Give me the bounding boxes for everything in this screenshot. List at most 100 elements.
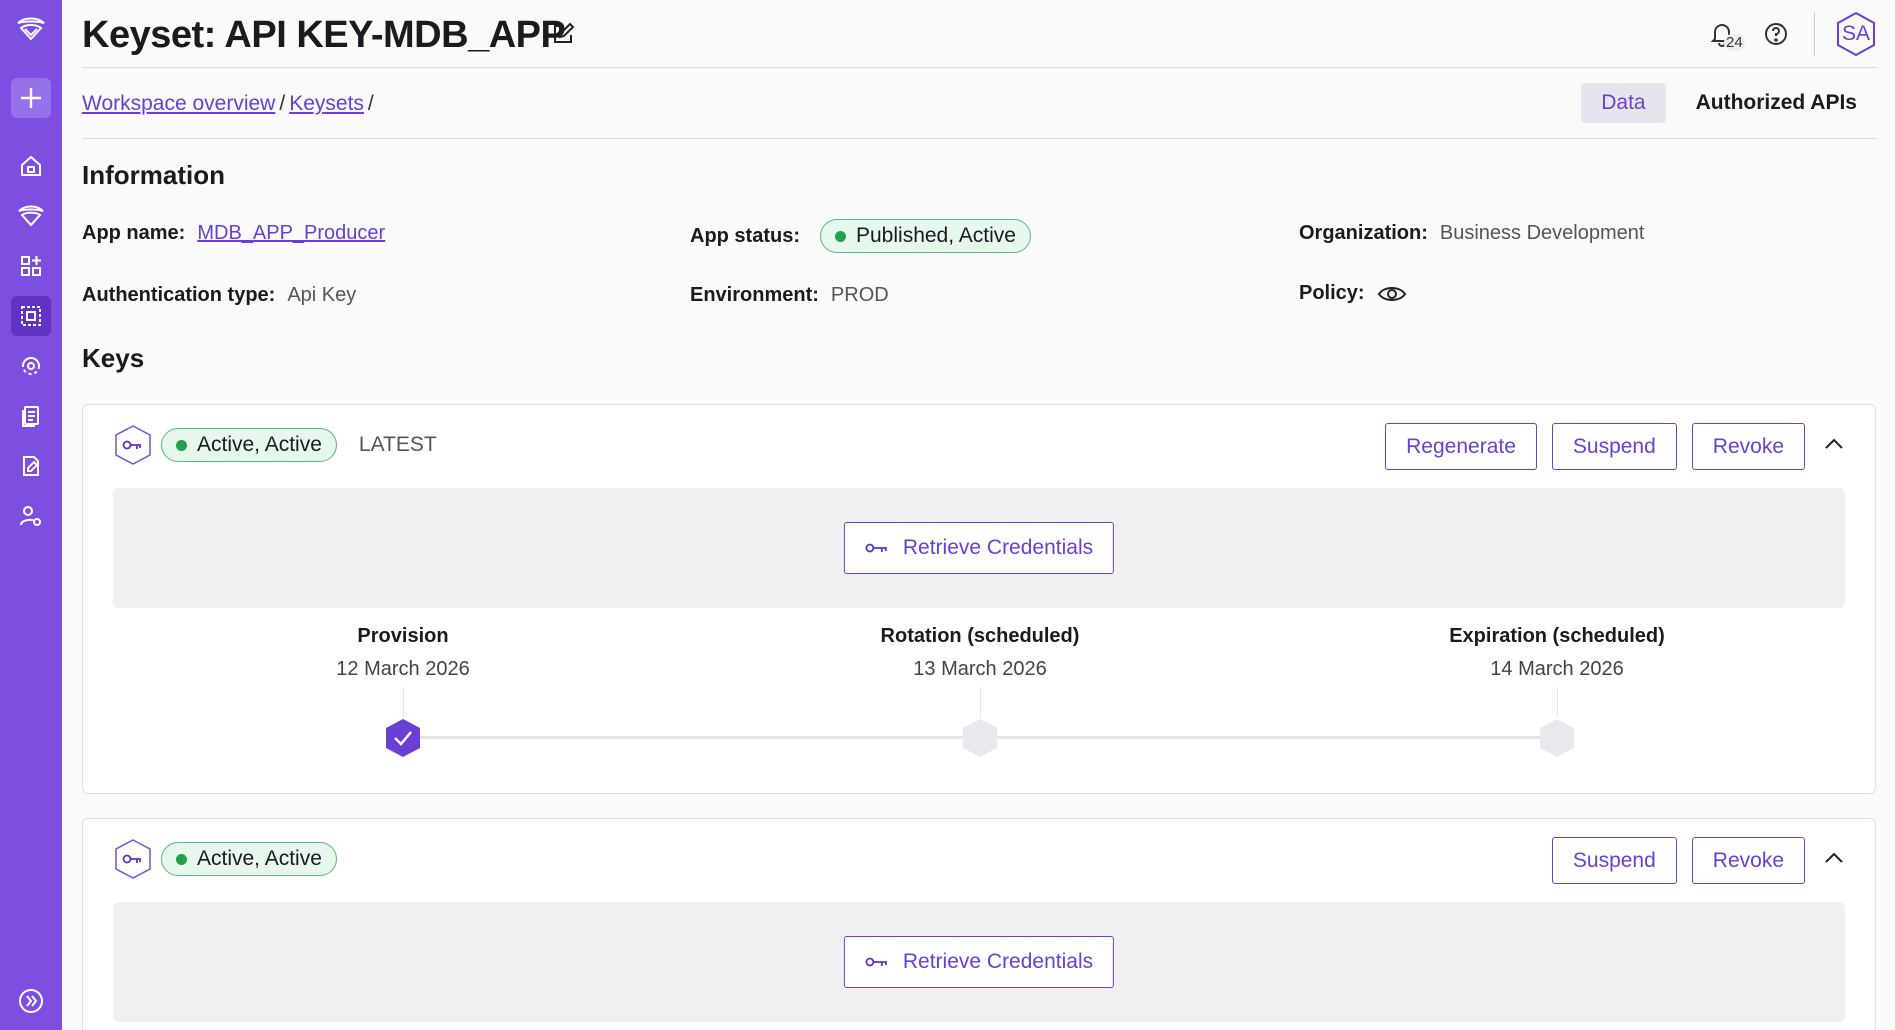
regenerate-button[interactable]: Regenerate (1385, 423, 1537, 470)
timeline-date: 12 March 2026 (336, 658, 470, 680)
hexagon-icon (1540, 719, 1574, 757)
timeline-rotation: Rotation (scheduled) 13 March 2026 (830, 625, 1130, 717)
chevron-up-icon[interactable] (1821, 431, 1847, 457)
timeline-title: Rotation (scheduled) (880, 625, 1080, 647)
timeline-date: 14 March 2026 (1490, 658, 1624, 680)
key-actions: Regenerate Suspend Revoke (1370, 423, 1805, 470)
top-actions: 24 SA (1702, 10, 1877, 58)
timeline-title: Expiration (scheduled) (1449, 625, 1665, 647)
notification-count: 24 (1724, 34, 1745, 51)
add-icon[interactable] (11, 78, 51, 118)
main-content: Keyset: API KEY-MDB_APP 24 SA Workspace … (62, 0, 1895, 1030)
organization-field: Organization: Business Development (1299, 222, 1644, 245)
key-actions: Suspend Revoke (1537, 837, 1805, 884)
key-timeline: Provision 12 March 2026 Rotation (schedu… (113, 625, 1845, 785)
breadcrumb: Workspace overview / Keysets / (82, 92, 378, 116)
brand-logo-icon[interactable] (12, 12, 50, 46)
key-card: Active, Active LATEST Regenerate Suspend… (82, 404, 1876, 794)
suspend-button[interactable]: Suspend (1551, 837, 1677, 884)
view-tabs: Data Authorized APIs (1581, 83, 1877, 123)
key-status-badge: Active, Active (161, 428, 337, 462)
suspend-button[interactable]: Suspend (1551, 423, 1677, 470)
key-card: Active, Active Suspend Revoke Retrieve C… (82, 818, 1876, 1030)
avatar[interactable]: SA (1835, 11, 1877, 57)
app-status-label: App status: (690, 224, 800, 247)
tab-data[interactable]: Data (1581, 83, 1666, 123)
help-icon[interactable] (1756, 14, 1796, 54)
environment-field: Environment: PROD (690, 284, 889, 307)
app-name-link[interactable]: MDB_APP_Producer (197, 222, 385, 245)
eye-icon[interactable] (1377, 283, 1407, 305)
key-header: Active, Active LATEST (113, 425, 437, 465)
app-name-field: App name: MDB_APP_Producer (82, 222, 385, 245)
latest-tag: LATEST (358, 433, 437, 456)
app-name-label: App name: (82, 222, 186, 244)
credentials-panel: Retrieve Credentials (113, 902, 1845, 1022)
key-status-value: Active, Active (197, 847, 322, 870)
edit-title-icon[interactable] (548, 19, 578, 49)
auth-type-value: Api Key (287, 284, 357, 306)
retrieve-credentials-label: Retrieve Credentials (902, 536, 1094, 559)
key-small-icon (865, 956, 889, 968)
timeline-expiration: Expiration (scheduled) 14 March 2026 (1407, 625, 1707, 717)
timeline-stem (1556, 687, 1558, 717)
apis-icon[interactable] (11, 196, 51, 236)
retrieve-credentials-button[interactable]: Retrieve Credentials (843, 522, 1115, 574)
timeline-title: Provision (357, 625, 449, 647)
timeline-provision: Provision 12 March 2026 (253, 625, 553, 717)
breadcrumb-separator: / (279, 92, 286, 115)
organization-value: Business Development (1439, 222, 1645, 244)
key-small-icon (865, 542, 889, 554)
user-settings-icon[interactable] (11, 496, 51, 536)
status-dot (176, 853, 187, 865)
key-header: Active, Active (113, 839, 337, 879)
timeline-stem (979, 687, 981, 717)
home-icon[interactable] (11, 146, 51, 186)
sidebar (0, 0, 62, 1030)
information-title: Information (82, 160, 225, 190)
environment-label: Environment: (690, 284, 819, 306)
app-status-badge: Published, Active (820, 219, 1031, 253)
breadcrumb-separator: / (367, 92, 374, 115)
environment-value: PROD (830, 284, 889, 306)
apps-grid-icon[interactable] (11, 246, 51, 286)
header-divider (1814, 12, 1815, 56)
documents-icon[interactable] (11, 396, 51, 436)
keys-title: Keys (82, 343, 145, 373)
timeline-node-pending (1537, 717, 1577, 759)
status-dot (176, 439, 187, 451)
retrieve-credentials-label: Retrieve Credentials (902, 950, 1094, 973)
monitor-icon[interactable] (11, 346, 51, 386)
policy-edit-icon[interactable] (11, 446, 51, 486)
key-status-badge: Active, Active (161, 842, 337, 876)
auth-type-label: Authentication type: (82, 284, 276, 306)
page-title: Keyset: API KEY-MDB_APP (82, 14, 566, 56)
breadcrumb-keysets[interactable]: Keysets (289, 92, 364, 115)
key-icon (113, 839, 153, 879)
hexagon-icon (963, 719, 997, 757)
tab-authorized-apis[interactable]: Authorized APIs (1676, 83, 1877, 123)
status-dot (835, 230, 846, 242)
chevron-up-icon[interactable] (1821, 845, 1847, 871)
expand-sidebar-icon[interactable] (16, 986, 46, 1016)
revoke-button[interactable]: Revoke (1691, 837, 1805, 884)
timeline-node-pending (960, 717, 1000, 759)
key-icon (113, 425, 153, 465)
breadcrumb-workspace-overview[interactable]: Workspace overview (82, 92, 275, 115)
key-status-value: Active, Active (197, 433, 322, 456)
app-status-field: App status: Published, Active (690, 219, 1031, 253)
credentials-panel: Retrieve Credentials (113, 488, 1845, 608)
keysets-icon[interactable] (11, 296, 51, 336)
check-hex-icon (386, 719, 420, 757)
retrieve-credentials-button[interactable]: Retrieve Credentials (843, 936, 1115, 988)
timeline-node-done (383, 717, 423, 759)
policy-field: Policy: (1299, 282, 1407, 305)
policy-label: Policy: (1299, 282, 1365, 304)
notifications-button[interactable]: 24 (1702, 14, 1745, 54)
top-bar: Keyset: API KEY-MDB_APP 24 SA (82, 0, 1877, 68)
organization-label: Organization: (1299, 222, 1428, 244)
sub-header: Workspace overview / Keysets / Data Authori… (82, 68, 1877, 139)
revoke-button[interactable]: Revoke (1691, 423, 1805, 470)
auth-type-field: Authentication type: Api Key (82, 284, 356, 307)
timeline-date: 13 March 2026 (913, 658, 1047, 680)
